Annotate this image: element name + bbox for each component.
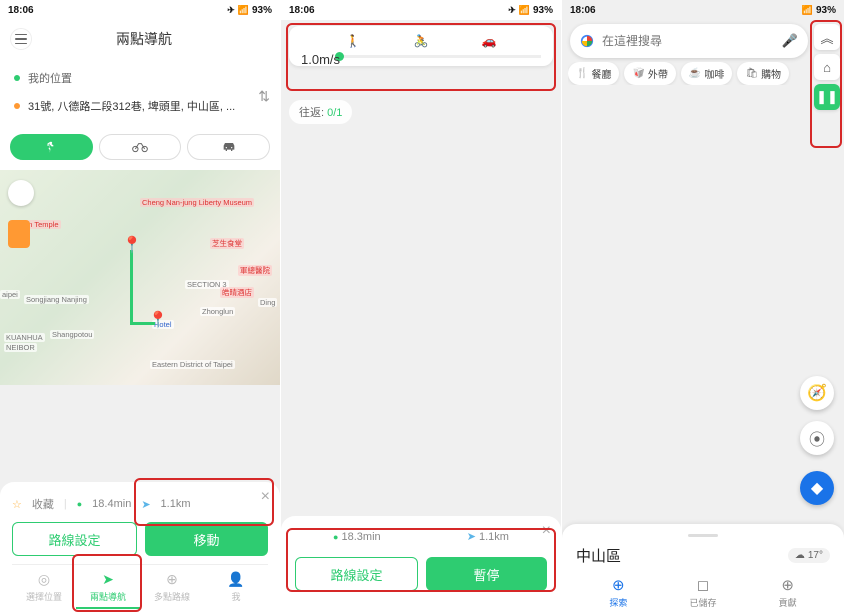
map-view[interactable]: Cheng Nan-jung Liberty Museum Songjiang …: [0, 170, 280, 385]
time-dot-icon: ●: [77, 499, 82, 509]
chip-shopping[interactable]: 🛍購物: [737, 62, 789, 85]
screen-google-maps: 18:06 📶93% 龍江路 民生東路三段 長春路 合江街21巷 合江街31巷 …: [562, 0, 844, 615]
tab-contribute[interactable]: ⊕貢獻: [745, 576, 830, 609]
bottom-sheet[interactable]: 中山區 ☁17° ⊕探索 ◻已儲存 ⊕貢獻: [562, 524, 844, 615]
route-sheet: × ☆ 收藏 | ● 18.4min ➤ 1.1km 路線設定 移動 ◎選擇位置…: [0, 482, 280, 615]
pause-icon: ❚❚: [816, 89, 838, 105]
status-time: 18:06: [570, 5, 596, 16]
mode-bike-button[interactable]: [99, 134, 182, 160]
origin-pin-icon: 📍: [122, 235, 142, 255]
directions-fab[interactable]: ◆: [800, 471, 834, 505]
route-settings-button[interactable]: 路線設定: [12, 522, 137, 556]
origin-dot-icon: [14, 75, 20, 81]
plus-circle-icon: ⊕: [781, 576, 794, 594]
route-distance: 1.1km: [161, 498, 191, 510]
my-location-button[interactable]: ⦿: [800, 421, 834, 455]
mode-car-button[interactable]: [187, 134, 270, 160]
statusbar: 18:06 📶93%: [562, 0, 844, 20]
search-bar[interactable]: 🎤: [570, 24, 808, 58]
status-time: 18:06: [8, 5, 34, 16]
tab-two-point-nav[interactable]: ➤兩點導航: [76, 565, 140, 609]
screen-navigation: 18:06 ✈📶93% 兩點導航 我的位置 31號, 八德路二段312巷, 埤頭…: [0, 0, 281, 615]
home-icon: ⌂: [823, 60, 831, 75]
route-sheet: × ● 18.3min ➤ 1.1km 路線設定 暫停: [281, 516, 561, 615]
mic-icon[interactable]: 🎤: [782, 33, 798, 49]
location-title: 中山區: [576, 545, 621, 566]
locate-icon: ⦿: [809, 426, 825, 450]
category-chips: 🍴餐廳 🥡外帶 ☕咖啡 🛍購物: [568, 62, 808, 85]
route-distance: 1.1km: [479, 531, 509, 543]
swap-icon[interactable]: ⇅: [258, 88, 270, 105]
nav-arrow-icon: ➤: [141, 498, 150, 511]
bike-icon[interactable]: 🚴: [414, 34, 429, 48]
bookmark-icon: ◻: [697, 576, 709, 594]
home-button[interactable]: ⌂: [814, 54, 840, 80]
mode-walk-button[interactable]: [10, 134, 93, 160]
location-pin-icon: ◎: [38, 571, 50, 588]
close-icon[interactable]: ×: [542, 522, 551, 540]
walk-icon[interactable]: 🚶: [346, 34, 361, 48]
pause-button[interactable]: 暫停: [426, 557, 547, 591]
speed-slider[interactable]: [341, 55, 541, 58]
statusbar: 18:06 ✈📶93%: [0, 0, 280, 20]
statusbar: 18:06 ✈📶93%: [281, 0, 561, 20]
chip-restaurant[interactable]: 🍴餐廳: [568, 62, 619, 85]
walk-icon: [44, 140, 58, 154]
map-side-button[interactable]: [8, 220, 30, 248]
route-settings-button[interactable]: 路線設定: [295, 557, 418, 591]
person-icon: 👤: [227, 571, 244, 588]
tab-explore[interactable]: ⊕探索: [576, 576, 661, 609]
star-icon: ☆: [12, 498, 22, 511]
cloud-icon: ☁: [795, 550, 805, 561]
trips-counter: 往返: 0/1: [289, 100, 352, 124]
speed-card[interactable]: 🚶 🚴 🚗 1.0m/s: [289, 26, 553, 66]
page-title: 兩點導航: [40, 29, 248, 49]
weather-badge: ☁17°: [788, 548, 830, 563]
chevron-up-icon: ︽: [820, 28, 833, 47]
collapse-button[interactable]: ︽: [814, 24, 840, 50]
destination-pin-icon: 📍: [148, 310, 168, 330]
sheet-handle[interactable]: [688, 534, 718, 537]
destination-dot-icon: [14, 103, 20, 109]
chip-takeout[interactable]: 🥡外帶: [624, 62, 675, 85]
compass-icon: 🧭: [807, 383, 827, 403]
origin-input[interactable]: 我的位置: [10, 64, 270, 92]
chip-coffee[interactable]: ☕咖啡: [681, 62, 732, 85]
nav-arrow-icon: ➤: [467, 531, 476, 543]
current-location-dot: [692, 292, 704, 304]
close-icon[interactable]: ×: [261, 488, 270, 506]
route-time: 18.4min: [92, 498, 131, 510]
directions-icon: ◆: [811, 478, 823, 498]
tab-select-location[interactable]: ◎選擇位置: [12, 565, 76, 609]
tab-saved[interactable]: ◻已儲存: [661, 576, 746, 609]
speed-value: 1.0m/s: [301, 52, 340, 67]
route-icon: ⊕: [166, 571, 178, 588]
current-position-marker: [396, 276, 416, 296]
status-battery: 93%: [533, 5, 553, 16]
google-icon: [580, 34, 594, 48]
destination-input[interactable]: 31號, 八德路二段312巷, 埤頭里, 中山區, ...: [10, 92, 270, 120]
status-battery: 93%: [252, 5, 272, 16]
pause-fab[interactable]: ❚❚: [814, 84, 840, 110]
tab-profile[interactable]: 👤我: [204, 565, 268, 609]
screen-moving: 18:06 ✈📶93% 🚶 🚴 🚗 1.0m/s 往返: 0/1 × ● 18.…: [281, 0, 562, 615]
car-icon[interactable]: 🚗: [482, 34, 497, 48]
tab-multi-route[interactable]: ⊕多點路線: [140, 565, 204, 609]
time-dot-icon: ●: [333, 532, 338, 542]
navigate-icon: ➤: [102, 571, 114, 588]
status-time: 18:06: [289, 5, 315, 16]
go-button[interactable]: 移動: [145, 522, 268, 556]
bike-icon: [132, 141, 148, 153]
route-time: 18.3min: [342, 531, 381, 543]
map-layers-button[interactable]: [8, 180, 34, 206]
favorite-label[interactable]: 收藏: [32, 496, 54, 512]
compass-button[interactable]: 🧭: [800, 376, 834, 410]
status-battery: 93%: [816, 5, 836, 16]
search-input[interactable]: [602, 34, 774, 48]
explore-icon: ⊕: [612, 576, 625, 594]
menu-button[interactable]: [10, 28, 32, 50]
car-icon: [221, 141, 237, 153]
